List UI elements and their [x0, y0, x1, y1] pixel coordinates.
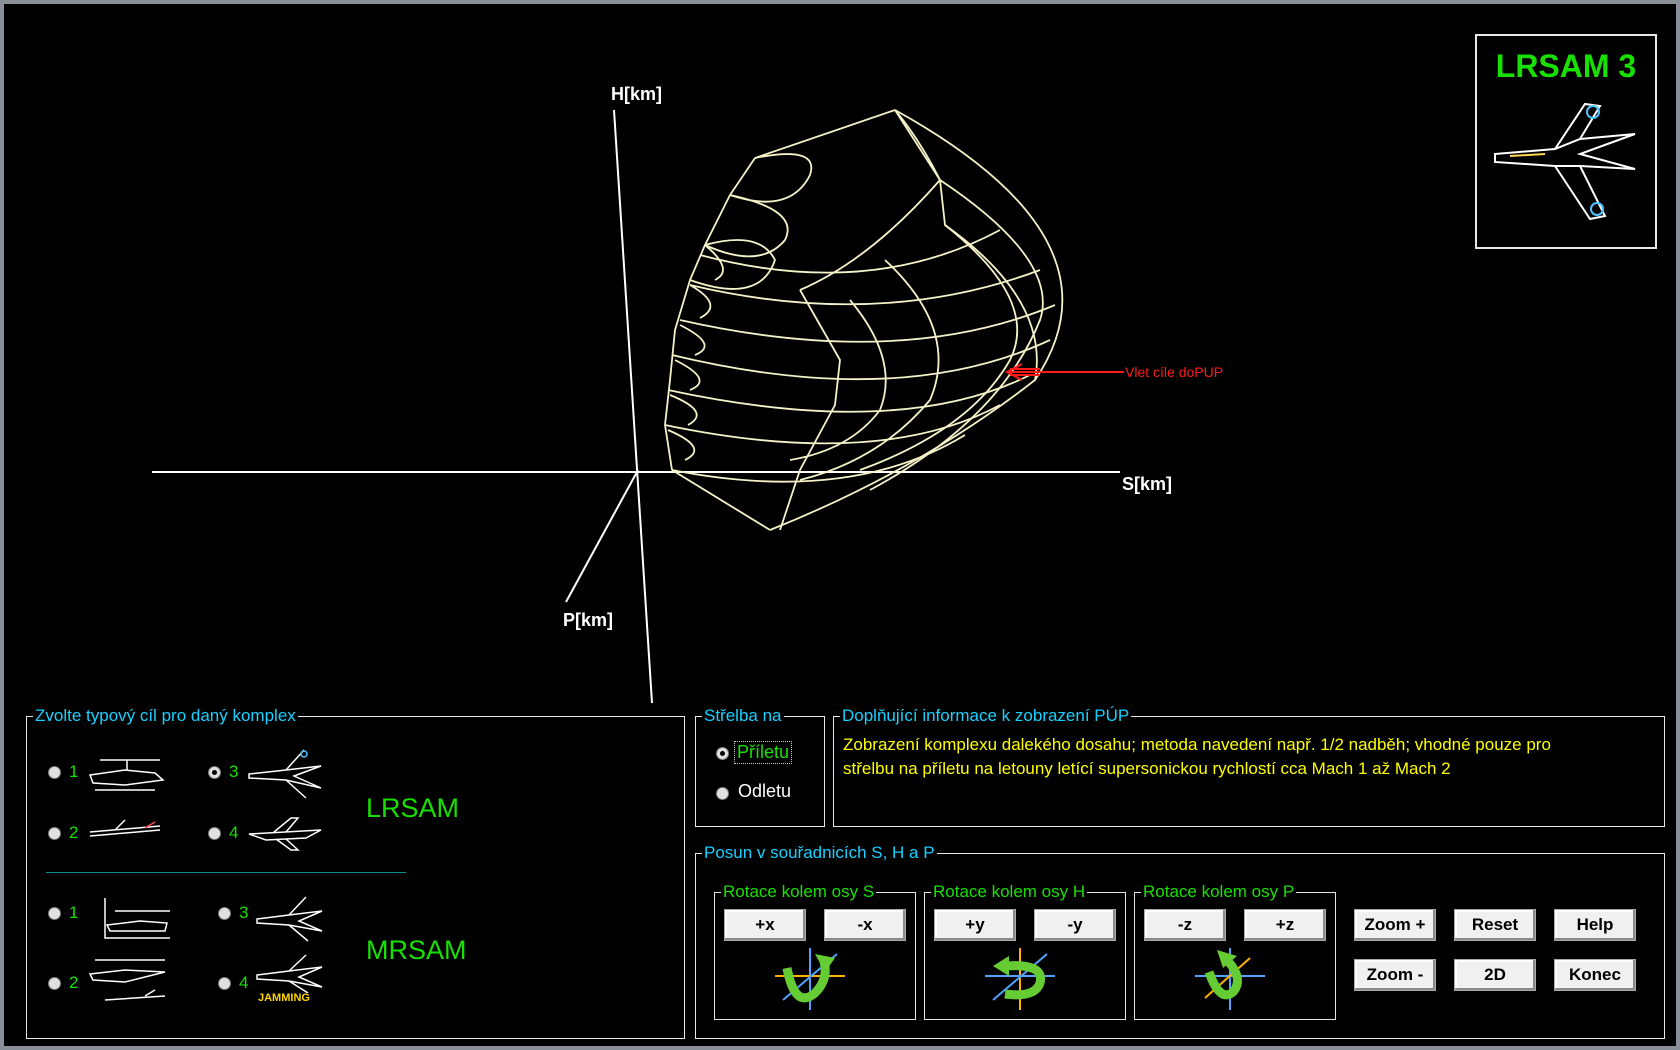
lrsam-option-3-number: 3 [229, 762, 239, 781]
system-logo-panel: LRSAM 3 [1475, 34, 1657, 249]
info-line-2: střelbu na příletu na letouny letící sup… [843, 759, 1451, 778]
mrsam-option-4-number: 4 [239, 973, 249, 992]
mrsam-option-2-number: 2 [69, 973, 79, 992]
target-select-legend: Zvolte typový cíl pro daný komplex [35, 706, 296, 725]
mrsam-option-3-number: 3 [239, 903, 249, 922]
rotate-h-icon [985, 948, 1055, 1010]
rot-h-plus-button[interactable]: +y [934, 909, 1016, 941]
s-axis-label: S[km] [1122, 474, 1173, 494]
lrsam-option-4-number: 4 [229, 823, 239, 842]
lrsam-group-label: LRSAM [366, 793, 460, 823]
rotate-p-icon [1195, 948, 1265, 1010]
mrsam-option-4-radio[interactable] [218, 977, 231, 990]
zoom-out-button[interactable]: Zoom - [1354, 959, 1436, 991]
help-button[interactable]: Help [1554, 909, 1636, 941]
mrsam-group-label: MRSAM [366, 935, 467, 965]
fire-mode-group: Střelba na [695, 706, 825, 827]
rot-p-legend: Rotace kolem osy P [1143, 882, 1295, 901]
lrsam-option-4-radio[interactable] [208, 827, 221, 840]
helicopter-missile-icon[interactable] [85, 952, 177, 1012]
fire-retreat-radio[interactable] [716, 787, 729, 800]
mrsam-option-2-radio[interactable] [48, 977, 61, 990]
fighter-jet-icon[interactable] [254, 893, 326, 945]
fire-approach-radio[interactable] [716, 747, 729, 760]
mrsam-option-1-radio[interactable] [48, 907, 61, 920]
mrsam-option-1-number: 1 [69, 903, 79, 922]
helicopter-icon[interactable] [85, 745, 167, 800]
fighter-jet-icon[interactable] [246, 744, 326, 802]
exit-button[interactable]: Konec [1554, 959, 1636, 991]
rot-h-minus-button[interactable]: -y [1034, 909, 1116, 941]
envelope-plot [152, 109, 1124, 704]
h-axis [613, 109, 653, 704]
entry-annotation: Vlet cíle doPUP [1125, 364, 1224, 380]
jamming-caption: JAMMING [258, 992, 310, 1004]
rotate-s-icon [775, 948, 845, 1010]
info-legend: Doplňující informace k zobrazení PÚP [842, 706, 1130, 725]
lrsam-option-2-radio[interactable] [48, 827, 61, 840]
info-line-1: Zobrazení komplexu dalekého dosahu; meto… [843, 735, 1551, 754]
fire-mode-legend: Střelba na [704, 706, 782, 725]
lrsam-option-3-radio[interactable] [208, 766, 221, 779]
shift-legend: Posun v souřadnicích S, H a P [704, 843, 935, 862]
fire-retreat-label[interactable]: Odletu [738, 781, 791, 802]
system-title: LRSAM 3 [1495, 48, 1637, 84]
lrsam-option-1-number: 1 [69, 762, 79, 781]
fire-approach-label[interactable]: Příletu [734, 741, 793, 764]
p-axis-label: P[km] [563, 610, 614, 630]
rot-s-legend: Rotace kolem osy S [723, 882, 875, 901]
fighter-jet-icon [1494, 102, 1636, 221]
rot-s-plus-button[interactable]: +x [724, 909, 806, 941]
h-axis-label: H[km] [611, 84, 663, 104]
engagement-zone-wireframe [664, 109, 1064, 531]
rot-s-minus-button[interactable]: -x [824, 909, 906, 941]
rot-h-legend: Rotace kolem osy H [933, 882, 1086, 901]
helicopter-icon[interactable] [95, 893, 177, 945]
cruise-missile-icon[interactable] [85, 812, 167, 852]
mode-2d-button[interactable]: 2D [1454, 959, 1536, 991]
jamming-fighter-icon[interactable] [254, 953, 326, 993]
rot-p-minus-button[interactable]: -z [1144, 909, 1226, 941]
rot-p-plus-button[interactable]: +z [1244, 909, 1326, 941]
info-text: Zobrazení komplexu dalekého dosahu; meto… [843, 733, 1659, 781]
reset-button[interactable]: Reset [1454, 909, 1536, 941]
mrsam-option-3-radio[interactable] [218, 907, 231, 920]
lrsam-option-2-number: 2 [69, 823, 79, 842]
bomber-icon[interactable] [246, 812, 326, 854]
group-divider [46, 872, 406, 873]
lrsam-option-1-radio[interactable] [48, 766, 61, 779]
zoom-in-button[interactable]: Zoom + [1354, 909, 1436, 941]
p-axis [565, 469, 639, 603]
